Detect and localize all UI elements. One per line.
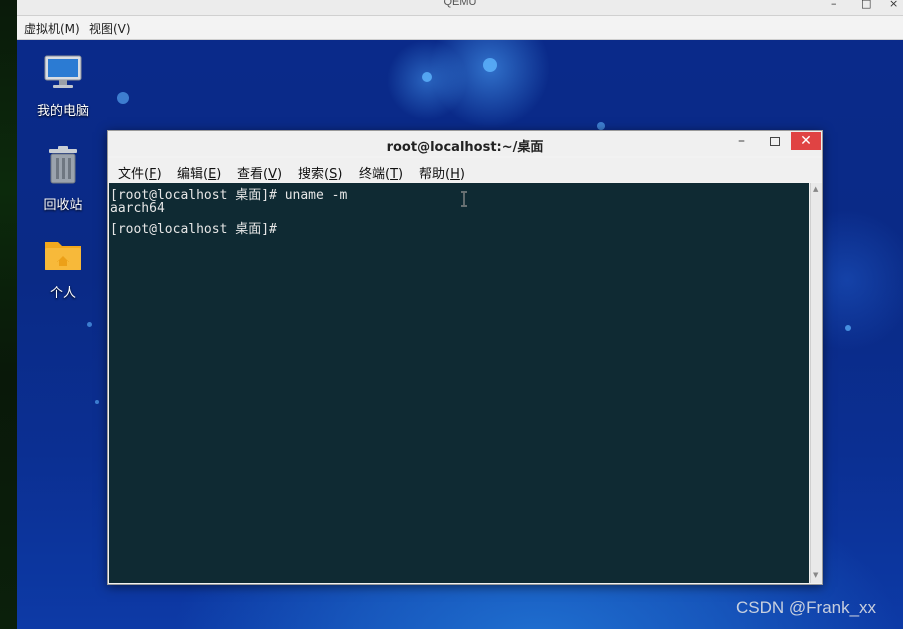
menu-accelerator: F: [149, 167, 157, 182]
terminal-maximize-button[interactable]: [770, 137, 780, 146]
terminal-scrollbar[interactable]: ▲ ▼: [810, 183, 822, 583]
screen: QEMU – □ × 虚拟机(M) 视图(V) 我的电脑 回收站 个人 CSDN…: [0, 0, 903, 629]
menu-label: 搜索(: [298, 167, 330, 182]
desktop-icon-trash[interactable]: 回收站: [28, 146, 98, 213]
menu-accelerator: T: [390, 167, 399, 182]
terminal-menu-file[interactable]: 文件(F): [118, 163, 162, 182]
qemu-menubar: 虚拟机(M) 视图(V): [17, 16, 903, 40]
terminal-titlebar[interactable]: root@localhost:~/桌面 – ✕: [108, 131, 822, 156]
menu-label-end: ): [276, 167, 283, 182]
background-glow: [483, 58, 497, 72]
terminal-menubar: 文件(F) 编辑(E) 查看(V) 搜索(S) 终端(T) 帮助(H): [108, 158, 822, 182]
qemu-window-title: QEMU: [443, 0, 477, 8]
background-glow: [422, 72, 432, 82]
menu-label-end: ): [459, 167, 465, 182]
watermark-text: CSDN @Frank_xx: [736, 598, 877, 617]
menu-accelerator: H: [450, 167, 460, 182]
menu-label-end: ): [216, 167, 222, 182]
scroll-down-icon[interactable]: ▼: [813, 571, 818, 579]
trash-icon: [28, 146, 98, 188]
terminal-menu-help[interactable]: 帮助(H): [419, 163, 465, 182]
menu-label-end: ): [337, 167, 343, 182]
qemu-menu-machine[interactable]: 虚拟机(M): [24, 20, 80, 37]
qemu-minimize-button[interactable]: –: [831, 0, 837, 10]
desktop-icon-label: 个人: [49, 286, 76, 301]
qemu-menu-view[interactable]: 视图(V): [89, 20, 131, 37]
menu-accelerator: V: [268, 167, 277, 182]
terminal-menu-terminal[interactable]: 终端(T): [359, 163, 403, 182]
menu-label-end: ): [156, 167, 162, 182]
background-glow: [597, 122, 605, 130]
home-folder-icon: [28, 236, 98, 276]
desktop-icon-label: 回收站: [43, 198, 83, 213]
qemu-maximize-button[interactable]: □: [861, 0, 871, 10]
qemu-close-button[interactable]: ×: [889, 0, 898, 10]
terminal-close-button[interactable]: ✕: [791, 132, 821, 150]
background-glow: [87, 322, 92, 327]
scroll-up-icon[interactable]: ▲: [813, 185, 818, 193]
background-glow: [845, 325, 851, 331]
qemu-titlebar: QEMU – □ ×: [17, 0, 903, 16]
terminal-menu-search[interactable]: 搜索(S): [298, 163, 342, 182]
background-glow: [95, 400, 99, 404]
text-cursor-icon: [461, 191, 467, 207]
terminal-line: [root@localhost 桌面]#: [110, 222, 277, 237]
desktop-icon-home[interactable]: 个人: [28, 236, 98, 301]
desktop-icon-label: 我的电脑: [36, 104, 89, 119]
host-desktop-edge: [0, 0, 17, 629]
menu-label: 文件(: [118, 167, 150, 182]
desktop-icon-computer[interactable]: 我的电脑: [28, 54, 98, 119]
menu-label: 查看(: [237, 167, 269, 182]
menu-label: 编辑(: [177, 167, 209, 182]
terminal-menu-view[interactable]: 查看(V): [237, 163, 282, 182]
terminal-minimize-button[interactable]: –: [738, 133, 745, 149]
menu-label: 帮助(: [419, 167, 451, 182]
background-glow: [117, 92, 129, 104]
terminal-menu-edit[interactable]: 编辑(E): [177, 163, 221, 182]
terminal-title: root@localhost:~/桌面: [386, 140, 544, 155]
terminal-line: aarch64: [110, 201, 165, 216]
computer-icon: [28, 54, 98, 94]
terminal-output-area[interactable]: [root@localhost 桌面]# uname -m aarch64 [r…: [109, 183, 809, 583]
menu-label: 终端(: [359, 167, 391, 182]
menu-label-end: ): [398, 167, 404, 182]
